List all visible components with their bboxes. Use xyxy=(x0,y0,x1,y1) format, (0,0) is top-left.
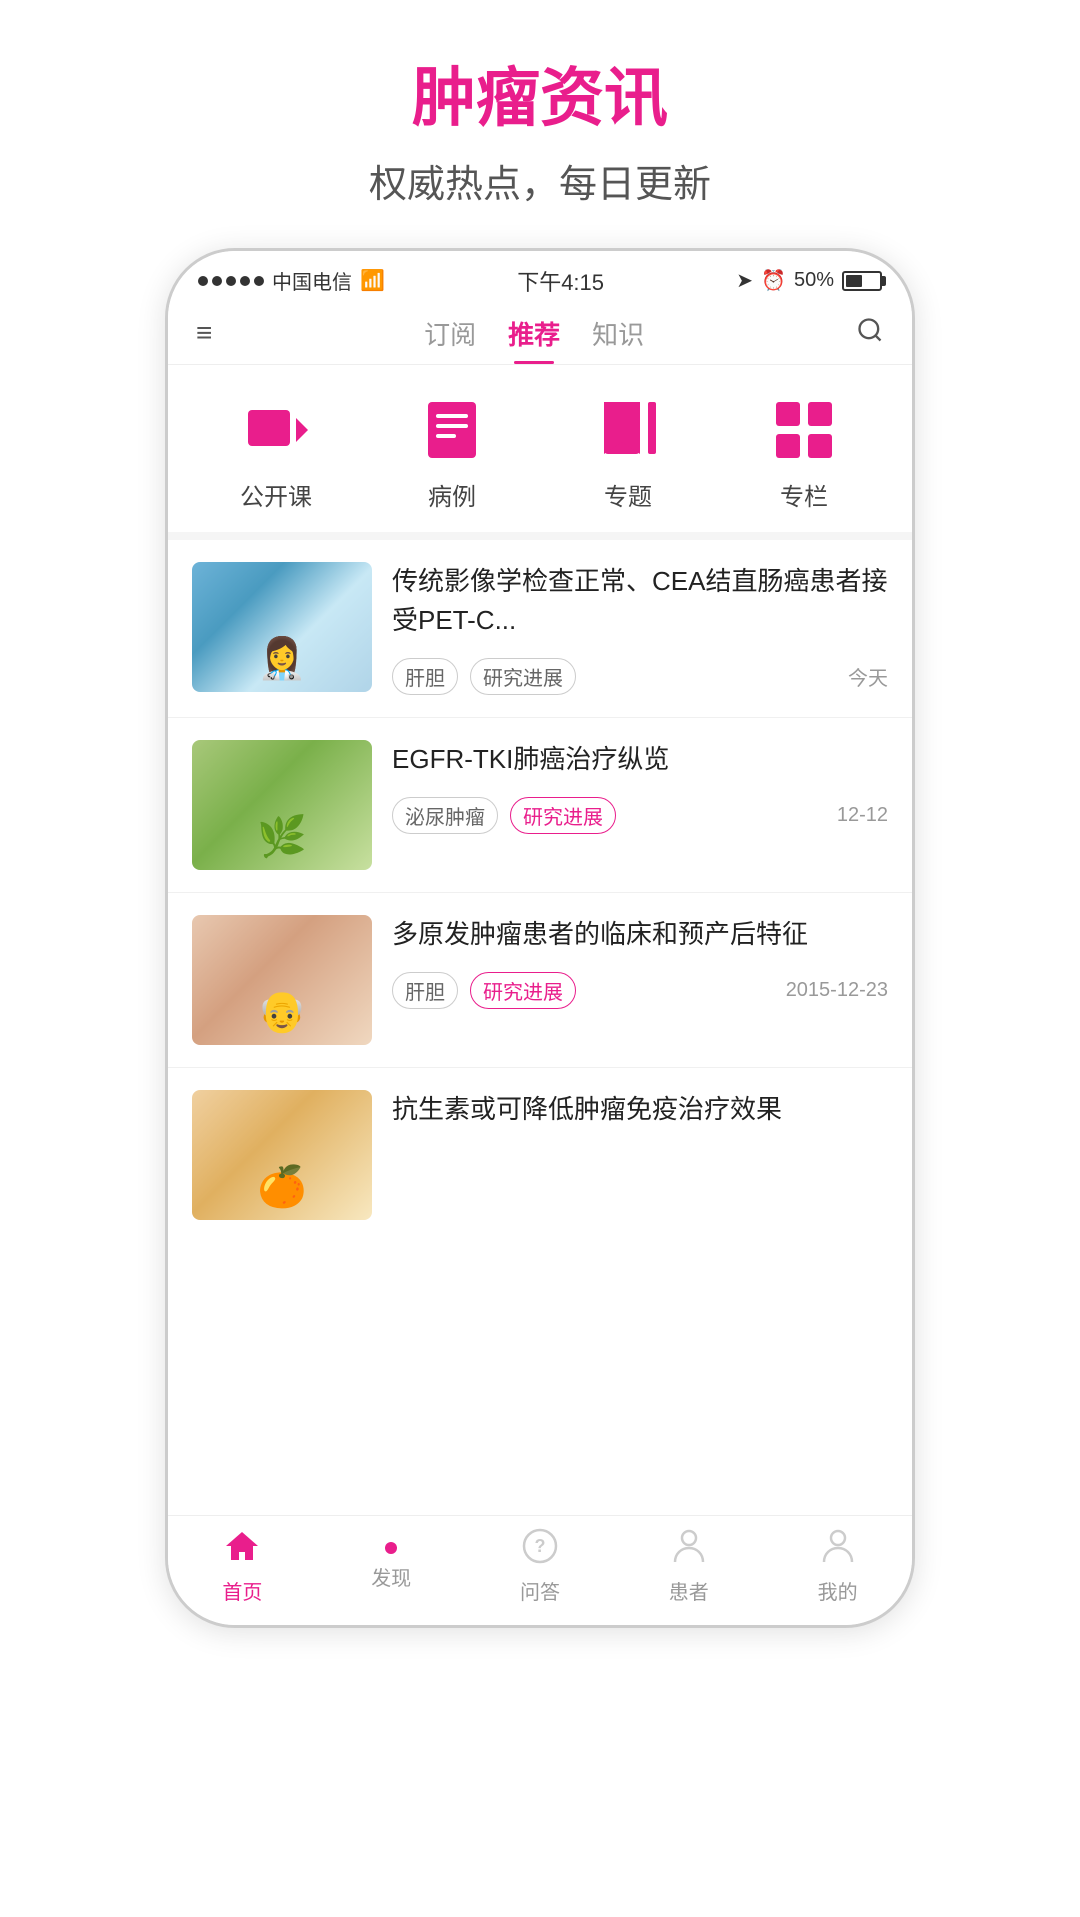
bottom-tab-label-patient: 患者 xyxy=(669,1576,709,1605)
article-list: 传统影像学检查正常、CEA结直肠癌患者接受PET-C... 肝胆 研究进展 今天… xyxy=(168,540,912,1515)
article-item-1[interactable]: 传统影像学检查正常、CEA结直肠癌患者接受PET-C... 肝胆 研究进展 今天 xyxy=(168,540,912,718)
article-title-1: 传统影像学检查正常、CEA结直肠癌患者接受PET-C... xyxy=(392,562,888,640)
category-column[interactable]: 专栏 xyxy=(764,395,844,512)
battery-icon xyxy=(842,271,882,291)
nav-bar: ≡ 订阅 推荐 知识 xyxy=(168,305,912,365)
location-icon: ➤ xyxy=(736,268,753,293)
article-item-4[interactable]: 抗生素或可降低肿瘤免疫治疗效果 xyxy=(168,1068,912,1242)
category-row: 公开课 病例 专题 xyxy=(168,365,912,540)
grid-icon xyxy=(764,395,844,465)
bookmark-icon xyxy=(588,395,668,465)
article-content-2: EGFR-TKI肺癌治疗纵览 泌尿肿瘤 研究进展 12-12 xyxy=(392,740,888,834)
svg-text:?: ? xyxy=(534,1536,545,1556)
book-icon xyxy=(412,395,492,465)
battery-percent: 50% xyxy=(794,269,834,292)
article-content-3: 多原发肿瘤患者的临床和预产后特征 肝胆 研究进展 2015-12-23 xyxy=(392,915,888,1009)
article-content-1: 传统影像学检查正常、CEA结直肠癌患者接受PET-C... 肝胆 研究进展 今天 xyxy=(392,562,888,695)
discover-dot xyxy=(385,1542,397,1554)
article-title-4: 抗生素或可降低肿瘤免疫治疗效果 xyxy=(392,1090,888,1129)
article-date-3: 2015-12-23 xyxy=(786,979,888,1002)
bottom-tab-patient[interactable]: 患者 xyxy=(614,1528,763,1605)
article-title-3: 多原发肿瘤患者的临床和预产后特征 xyxy=(392,915,888,954)
bottom-tab-discover[interactable]: 发现 xyxy=(317,1542,466,1591)
bottom-tab-question[interactable]: ? 问答 xyxy=(466,1528,615,1605)
article-thumb-4 xyxy=(192,1090,372,1220)
alarm-icon: ⏰ xyxy=(761,268,786,293)
article-item-2[interactable]: EGFR-TKI肺癌治疗纵览 泌尿肿瘤 研究进展 12-12 xyxy=(168,718,912,893)
carrier-label: 中国电信 xyxy=(272,266,352,295)
status-right: ➤ ⏰ 50% xyxy=(736,268,882,293)
tag-research-2: 研究进展 xyxy=(510,797,616,834)
bottom-tab-label-home: 首页 xyxy=(222,1576,262,1605)
category-open-course[interactable]: 公开课 xyxy=(236,395,316,512)
signal-dots xyxy=(198,276,264,286)
article-item-3[interactable]: 多原发肿瘤患者的临床和预产后特征 肝胆 研究进展 2015-12-23 xyxy=(168,893,912,1068)
tab-subscribe[interactable]: 订阅 xyxy=(424,315,476,364)
article-meta-3: 肝胆 研究进展 2015-12-23 xyxy=(392,972,888,1009)
article-date-1: 今天 xyxy=(848,662,888,691)
article-meta-1: 肝胆 研究进展 今天 xyxy=(392,658,888,695)
status-left: 中国电信 📶 xyxy=(198,266,385,295)
nav-tabs: 订阅 推荐 知识 xyxy=(424,315,644,364)
video-icon xyxy=(236,395,316,465)
page-title: 肿瘤资讯 xyxy=(369,60,711,137)
wifi-icon: 📶 xyxy=(360,268,385,293)
category-label-column: 专栏 xyxy=(780,477,828,512)
article-title-2: EGFR-TKI肺癌治疗纵览 xyxy=(392,740,888,779)
page-subtitle: 权威热点，每日更新 xyxy=(369,153,711,208)
tag-liver: 肝胆 xyxy=(392,658,458,695)
tag-research-1: 研究进展 xyxy=(470,658,576,695)
bottom-tab-label-question: 问答 xyxy=(520,1576,560,1605)
mine-icon xyxy=(820,1528,856,1572)
menu-icon[interactable]: ≡ xyxy=(196,317,212,361)
question-icon: ? xyxy=(522,1528,558,1572)
article-meta-2: 泌尿肿瘤 研究进展 12-12 xyxy=(392,797,888,834)
article-content-4: 抗生素或可降低肿瘤免疫治疗效果 xyxy=(392,1090,888,1129)
tag-urology: 泌尿肿瘤 xyxy=(392,797,498,834)
tab-recommend[interactable]: 推荐 xyxy=(508,315,560,364)
article-date-2: 12-12 xyxy=(837,804,888,827)
category-label-topic: 专题 xyxy=(604,477,652,512)
bottom-tab-mine[interactable]: 我的 xyxy=(763,1528,912,1605)
category-topic[interactable]: 专题 xyxy=(588,395,668,512)
bottom-tab-home[interactable]: 首页 xyxy=(168,1528,317,1605)
category-case[interactable]: 病例 xyxy=(412,395,492,512)
bottom-tab-label-discover: 发现 xyxy=(371,1562,411,1591)
time-label: 下午4:15 xyxy=(517,265,604,297)
patient-icon xyxy=(671,1528,707,1572)
tab-knowledge[interactable]: 知识 xyxy=(592,315,644,364)
category-label-case: 病例 xyxy=(428,477,476,512)
article-thumb-3 xyxy=(192,915,372,1045)
tag-research-3: 研究进展 xyxy=(470,972,576,1009)
tag-liver-3: 肝胆 xyxy=(392,972,458,1009)
status-bar: 中国电信 📶 下午4:15 ➤ ⏰ 50% xyxy=(168,251,912,305)
article-thumb-1 xyxy=(192,562,372,692)
article-thumb-2 xyxy=(192,740,372,870)
search-icon[interactable] xyxy=(856,316,884,363)
page-header: 肿瘤资讯 权威热点，每日更新 xyxy=(369,60,711,208)
bottom-tabs: 首页 发现 ? 问答 患者 xyxy=(168,1515,912,1625)
category-label-open-course: 公开课 xyxy=(240,477,312,512)
phone-frame: 中国电信 📶 下午4:15 ➤ ⏰ 50% ≡ 订阅 推荐 知识 xyxy=(165,248,915,1628)
home-icon xyxy=(224,1528,260,1572)
bottom-tab-label-mine: 我的 xyxy=(818,1576,858,1605)
